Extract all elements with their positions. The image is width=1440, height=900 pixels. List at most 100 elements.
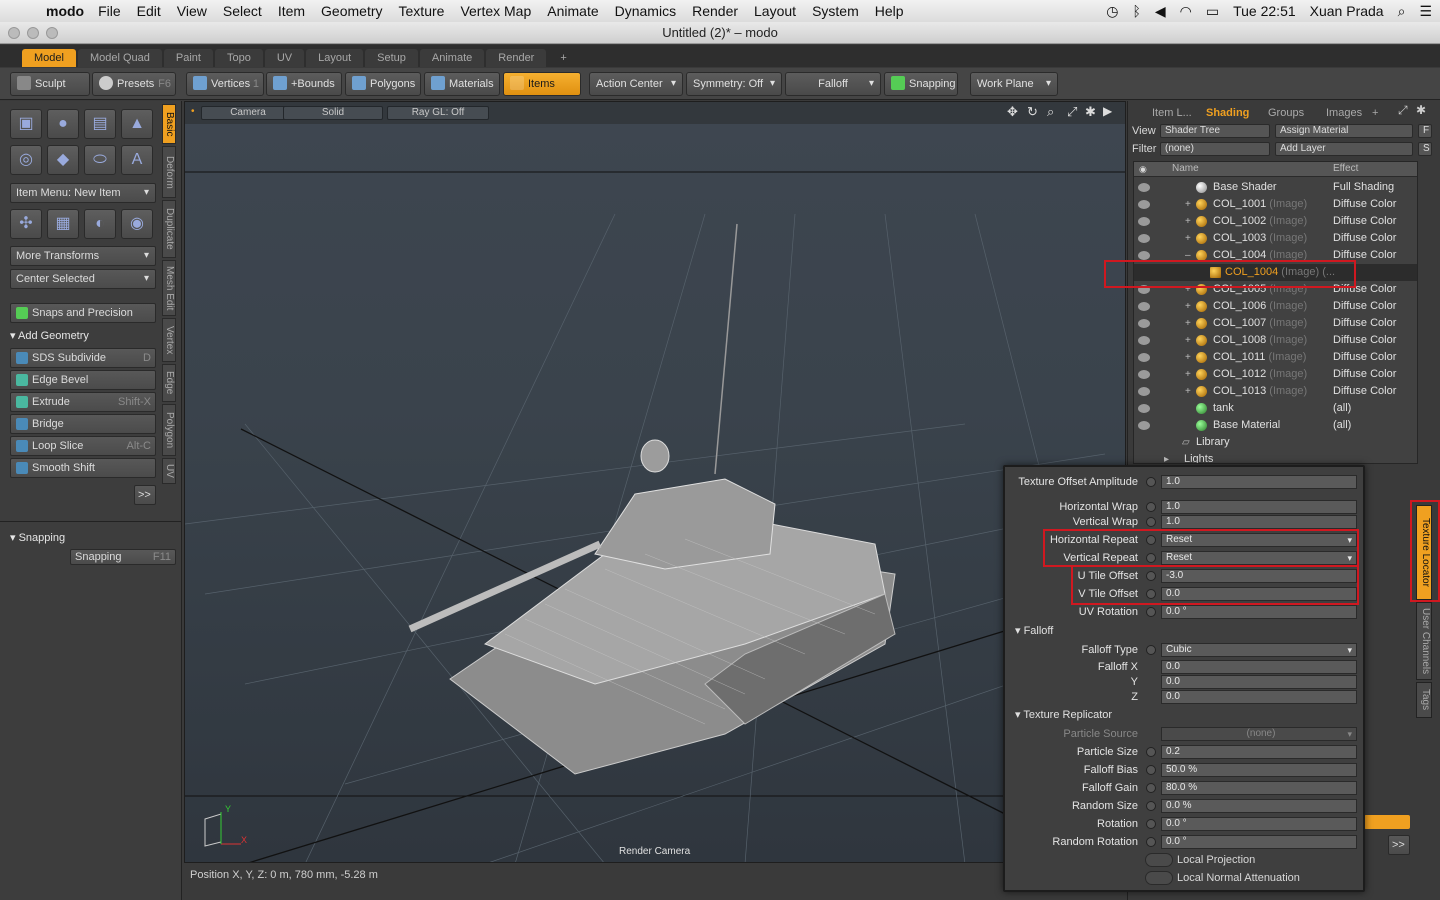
layer-effect[interactable]: Diffuse Color — [1333, 349, 1396, 366]
texture-offset-amplitude-field[interactable]: 1.0 — [1161, 475, 1357, 489]
more-props-button[interactable]: >> — [1388, 835, 1410, 855]
maximize-icon[interactable]: ⤢ — [1067, 104, 1077, 120]
falloff-y-field[interactable]: 0.0 — [1161, 675, 1357, 689]
expand-icon[interactable]: + — [1185, 349, 1191, 366]
cylinder-icon[interactable]: ▤ — [84, 109, 116, 139]
app-menu[interactable]: modo — [46, 3, 84, 19]
sds-subdivide-button[interactable]: SDS Subdivide D — [10, 348, 156, 368]
tab-images[interactable]: Images — [1326, 105, 1362, 121]
gear-icon[interactable]: ✱ — [1085, 104, 1096, 120]
menu-edit[interactable]: Edit — [137, 3, 161, 19]
text-icon[interactable]: A — [121, 145, 153, 175]
eye-icon[interactable] — [1138, 319, 1150, 328]
tree-row[interactable]: ▸ Lights — [1134, 451, 1417, 463]
layer-effect[interactable]: (all) — [1333, 417, 1351, 434]
tree-row[interactable]: + COL_1006 (Image) Diffuse Color — [1134, 298, 1417, 315]
sculpt-button[interactable]: Sculpt — [10, 72, 90, 96]
vertical-wrap-field[interactable]: 1.0 — [1161, 515, 1357, 529]
eye-icon[interactable] — [1138, 251, 1150, 260]
tab-setup[interactable]: Setup — [365, 49, 418, 67]
menu-vertex-map[interactable]: Vertex Map — [460, 3, 531, 19]
spotlight-icon[interactable]: ⌕ — [1398, 3, 1406, 20]
animate-dot[interactable] — [1146, 801, 1156, 811]
menu-help[interactable]: Help — [875, 3, 904, 19]
eye-icon[interactable] — [1138, 183, 1150, 192]
camera-button[interactable]: Camera — [201, 106, 295, 120]
expand-icon[interactable]: + — [1185, 213, 1191, 230]
smooth-shift-button[interactable]: Smooth Shift — [10, 458, 156, 478]
tab-add-panel[interactable]: + — [1372, 105, 1378, 121]
assign-material-button[interactable]: Assign Material — [1275, 124, 1413, 138]
local-normal-toggle[interactable] — [1145, 871, 1173, 885]
snapping-toggle[interactable]: Snapping — [884, 72, 958, 96]
animate-dot[interactable] — [1146, 517, 1156, 527]
vertices-button[interactable]: Vertices 1 — [186, 72, 264, 96]
falloff-gain-field[interactable]: 80.0 % — [1161, 781, 1357, 795]
tab-add[interactable]: + — [548, 49, 578, 67]
torus-icon[interactable]: ◎ — [10, 145, 42, 175]
menu-system[interactable]: System — [812, 3, 859, 19]
tab-uv[interactable]: UV — [264, 49, 305, 67]
animate-dot[interactable] — [1146, 477, 1156, 487]
add-layer-shortcut[interactable]: S — [1418, 142, 1432, 156]
expand-icon[interactable]: + — [1185, 196, 1191, 213]
local-projection-toggle[interactable] — [1145, 853, 1173, 867]
tab-render[interactable]: Render — [486, 49, 547, 67]
eye-icon[interactable] — [1138, 387, 1150, 396]
bluetooth-icon[interactable]: ᛒ — [1132, 3, 1140, 19]
tab-item-list[interactable]: Item L... — [1152, 105, 1192, 121]
more-transforms-dropdown[interactable]: More Transforms — [10, 246, 156, 266]
expand-icon[interactable]: + — [1185, 366, 1191, 383]
presets-button[interactable]: Presets F6 — [92, 72, 176, 96]
tree-row[interactable]: + COL_1008 (Image) Diffuse Color — [1134, 332, 1417, 349]
menu-texture[interactable]: Texture — [399, 3, 445, 19]
tree-row[interactable]: + COL_1007 (Image) Diffuse Color — [1134, 315, 1417, 332]
tree-row[interactable]: Base Shader Full Shading — [1134, 179, 1417, 196]
animate-dot[interactable] — [1146, 607, 1156, 617]
tree-row[interactable]: + COL_1013 (Image) Diffuse Color — [1134, 383, 1417, 400]
clock[interactable]: Tue 22:51 — [1233, 3, 1296, 19]
menu-select[interactable]: Select — [223, 3, 262, 19]
tab-animate[interactable]: Animate — [419, 49, 485, 67]
expand-icon[interactable]: + — [1185, 315, 1191, 332]
shading-button[interactable]: Solid — [283, 106, 383, 120]
animate-dot[interactable] — [1146, 837, 1156, 847]
play-icon[interactable]: ▶ — [1103, 104, 1112, 118]
tab-model[interactable]: Model — [22, 49, 76, 67]
layer-effect[interactable]: Diffuse Color — [1333, 366, 1396, 383]
gear-icon[interactable]: ✱ — [1416, 103, 1426, 117]
polygons-button[interactable]: Polygons — [345, 72, 421, 96]
notifications-icon[interactable]: ☰ — [1419, 3, 1432, 20]
animate-dot[interactable] — [1146, 783, 1156, 793]
random-size-field[interactable]: 0.0 % — [1161, 799, 1357, 813]
animate-dot[interactable] — [1146, 502, 1156, 512]
eye-icon[interactable] — [1138, 421, 1150, 430]
expand-icon[interactable]: + — [1185, 383, 1191, 400]
layer-effect[interactable]: (all) — [1333, 400, 1351, 417]
falloff-section-header[interactable]: ▾ Falloff — [1015, 624, 1053, 637]
battery-icon[interactable]: ▭ — [1206, 3, 1219, 20]
tab-topo[interactable]: Topo — [214, 49, 263, 67]
tree-row[interactable]: tank (all) — [1134, 400, 1417, 417]
menu-layout[interactable]: Layout — [754, 3, 796, 19]
cube-icon[interactable]: ▣ — [10, 109, 42, 139]
menu-geometry[interactable]: Geometry — [321, 3, 382, 19]
tree-row[interactable]: ▱ Library — [1134, 434, 1417, 451]
time-machine-icon[interactable]: ◷ — [1106, 3, 1118, 20]
vtab-mesh-edit[interactable]: Mesh Edit — [162, 260, 176, 316]
layer-effect[interactable]: Full Shading — [1333, 179, 1394, 196]
orange-slider[interactable] — [1364, 815, 1410, 829]
eye-icon[interactable] — [1138, 302, 1150, 311]
particle-source-dropdown[interactable]: (none) — [1161, 727, 1357, 741]
menu-item[interactable]: Item — [278, 3, 305, 19]
globe-icon[interactable]: ◉ — [121, 209, 153, 239]
snaps-precision-button[interactable]: Snaps and Precision — [10, 303, 156, 323]
uv-rotation-field[interactable]: 0.0 ° — [1161, 605, 1357, 619]
eye-icon[interactable] — [1138, 234, 1150, 243]
bridge-button[interactable]: Bridge — [10, 414, 156, 434]
snapping-header[interactable]: ▾ Snapping — [10, 529, 156, 547]
column-name[interactable]: Name — [1172, 163, 1199, 174]
expand-icon[interactable]: + — [1185, 298, 1191, 315]
minimize-window-icon[interactable] — [27, 27, 39, 39]
loop-slice-button[interactable]: Loop Slice Alt-C — [10, 436, 156, 456]
